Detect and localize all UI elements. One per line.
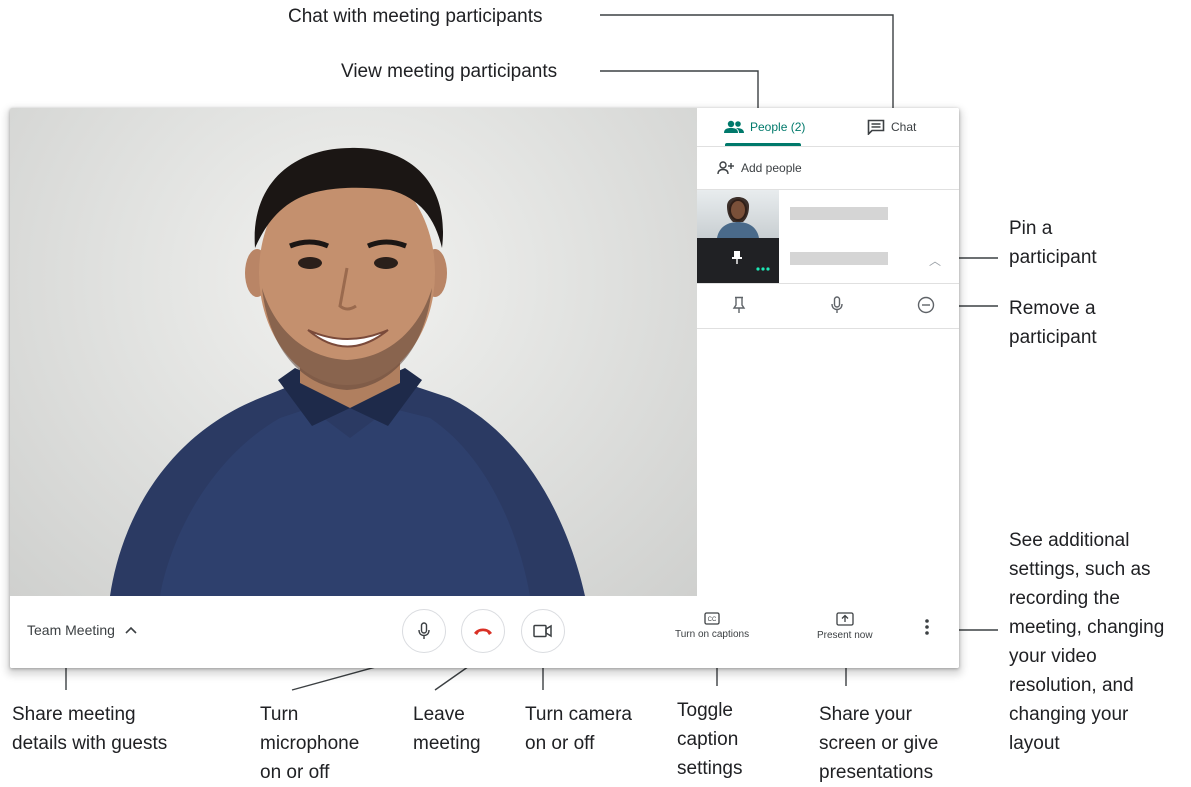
chat-icon <box>867 119 885 135</box>
present-annotation-line-1: Share your <box>819 704 912 725</box>
captions-label: Turn on captions <box>675 629 750 640</box>
more-options-button[interactable] <box>924 618 930 641</box>
chevron-up-icon <box>125 626 137 634</box>
camera-annotation-line-1: Turn camera <box>525 704 632 725</box>
thumbnail-person-image <box>717 197 759 238</box>
mic-annotation: Turn microphone on or off <box>260 700 359 787</box>
meet-window: People (2) Chat Add people ︿ Team Meetin… <box>10 108 959 668</box>
leave-annotation-line-1: Leave <box>413 704 465 725</box>
pin-annotation-line-1: Pin a <box>1009 218 1053 239</box>
leave-annotation-line-2: meeting <box>413 733 481 754</box>
captions-button[interactable]: CC Turn on captions <box>675 612 749 640</box>
participant-thumbnail[interactable] <box>697 190 779 283</box>
captions-annotation-line-1: Toggle <box>677 700 733 721</box>
camera-icon <box>533 624 552 638</box>
tab-chat[interactable]: Chat <box>867 108 916 146</box>
settings-annotation-line-4: meeting, changing <box>1009 617 1165 638</box>
leave-meeting-button[interactable] <box>461 609 505 653</box>
more-vert-icon <box>925 619 929 635</box>
participant-name-placeholder <box>790 207 888 220</box>
tab-people[interactable]: People (2) <box>724 108 805 146</box>
participant-detail-placeholder <box>790 252 888 265</box>
settings-annotation-line-8: layout <box>1009 733 1060 754</box>
add-person-icon <box>717 161 734 175</box>
microphone-toggle-button[interactable] <box>402 609 446 653</box>
thumbnail-overlay <box>697 238 779 283</box>
tab-people-label: People (2) <box>750 120 806 134</box>
remove-participant-button[interactable] <box>916 295 936 315</box>
captions-icon: CC <box>704 612 720 625</box>
captions-annotation-line-3: settings <box>677 758 743 779</box>
bottom-controls-bar: Team Meeting CC Turn on captions Present… <box>10 596 959 668</box>
present-icon <box>836 612 854 626</box>
meeting-details-button[interactable]: Team Meeting <box>27 622 137 638</box>
meeting-name: Team Meeting <box>27 622 115 638</box>
tab-chat-label: Chat <box>891 120 917 134</box>
add-people-label: Add people <box>741 161 802 175</box>
pin-annotation-line-2: participant <box>1009 247 1097 268</box>
pin-participant-button[interactable] <box>729 295 749 315</box>
add-people-button[interactable]: Add people <box>717 158 802 178</box>
share-details-line-2: details with guests <box>12 733 168 754</box>
pin-annotation: Pin a participant <box>1009 214 1097 272</box>
settings-annotation-line-5: your video <box>1009 646 1097 667</box>
captions-annotation: Toggle caption settings <box>677 696 742 783</box>
participant-video-image <box>110 147 585 596</box>
remove-annotation-line-1: Remove a <box>1009 298 1096 319</box>
pin-icon <box>732 296 746 313</box>
settings-annotation: See additional settings, such as recordi… <box>1009 526 1164 758</box>
settings-annotation-line-1: See additional <box>1009 530 1130 551</box>
svg-text:CC: CC <box>708 617 717 623</box>
microphone-icon <box>418 622 430 639</box>
thumbnail-video <box>697 190 779 238</box>
panel-divider <box>697 283 959 284</box>
settings-annotation-line-2: settings, such as <box>1009 559 1151 580</box>
people-panel: People (2) Chat Add people ︿ <box>697 108 959 596</box>
thumbnail-pin-icon[interactable] <box>697 238 779 283</box>
panel-tabs: People (2) Chat <box>697 108 959 147</box>
active-tab-indicator <box>725 143 801 146</box>
panel-divider <box>697 328 959 329</box>
microphone-icon <box>831 296 843 313</box>
participant-mic-button[interactable] <box>827 295 847 315</box>
captions-annotation-line-2: caption <box>677 729 739 750</box>
mic-annotation-line-1: Turn <box>260 704 299 725</box>
camera-annotation-line-2: on or off <box>525 733 595 754</box>
remove-annotation-line-2: participant <box>1009 327 1097 348</box>
leave-annotation: Leave meeting <box>413 700 481 758</box>
settings-annotation-line-7: changing your <box>1009 704 1129 725</box>
main-video <box>10 108 697 596</box>
camera-toggle-button[interactable] <box>521 609 565 653</box>
remove-icon <box>917 296 935 314</box>
present-annotation-line-2: screen or give <box>819 733 939 754</box>
present-label: Present now <box>817 630 873 641</box>
view-participants-annotation: View meeting participants <box>341 61 558 82</box>
share-details-annotation: Share meeting details with guests <box>12 700 167 758</box>
present-annotation: Share your screen or give presentations <box>819 700 938 787</box>
share-details-line-1: Share meeting <box>12 704 136 725</box>
chevron-up-icon[interactable]: ︿ <box>929 252 941 269</box>
mic-annotation-line-2: microphone <box>260 733 360 754</box>
people-icon <box>724 120 744 133</box>
settings-annotation-line-3: recording the <box>1009 588 1120 609</box>
chat-annotation: Chat with meeting participants <box>288 6 543 27</box>
camera-annotation: Turn camera on or off <box>525 700 632 758</box>
present-now-button[interactable]: Present now <box>817 612 873 641</box>
settings-annotation-line-6: resolution, and <box>1009 675 1134 696</box>
hangup-icon <box>474 628 492 635</box>
remove-annotation: Remove a participant <box>1009 294 1097 352</box>
